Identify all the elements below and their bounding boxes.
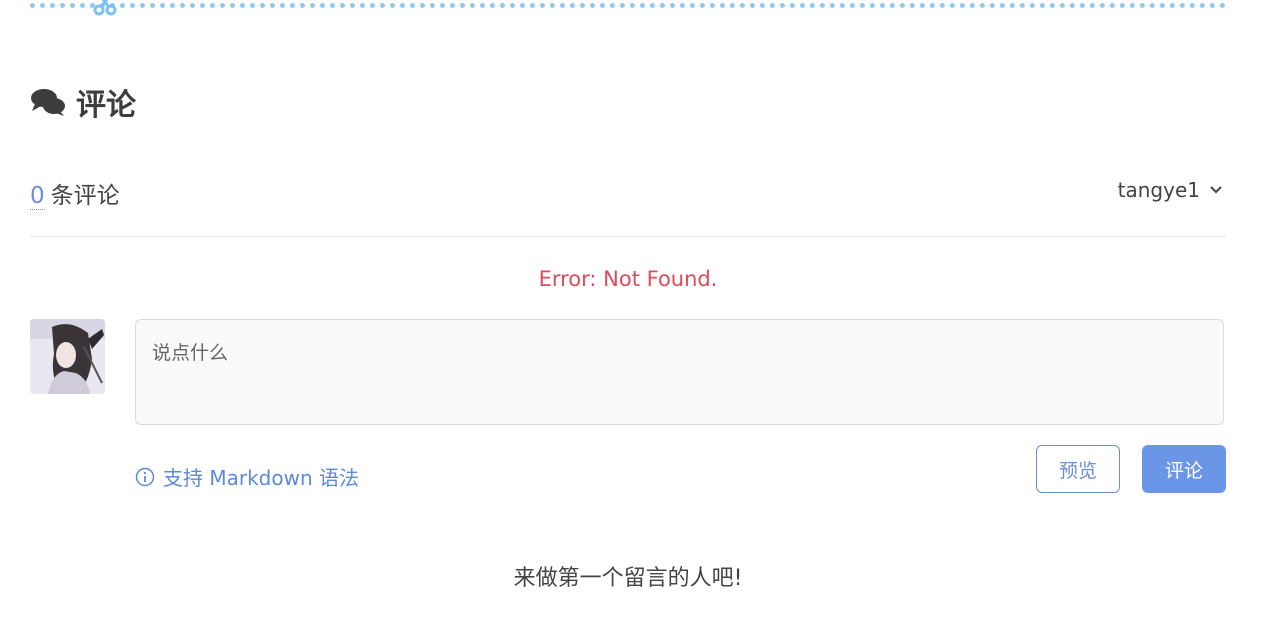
comment-textarea-wrapper: [135, 319, 1224, 425]
preview-button[interactable]: 预览: [1036, 445, 1120, 493]
scissors-icon: [93, 0, 117, 16]
divider-line: [30, 236, 1226, 237]
comments-icon: [31, 89, 65, 116]
markdown-hint-label: 支持 Markdown 语法: [163, 466, 359, 490]
comment-textarea[interactable]: [136, 320, 1223, 424]
comment-count: 0: [30, 183, 45, 210]
error-message: Error: Not Found.: [538, 267, 718, 291]
info-icon: [135, 467, 155, 486]
section-title: 评论: [76, 88, 136, 123]
markdown-hint-link[interactable]: 支持 Markdown 语法: [135, 462, 359, 491]
avatar: [30, 319, 105, 394]
dotted-divider: [30, 3, 1226, 8]
avatar-image: [30, 319, 105, 394]
comment-section: 评论 0 条评论 tangye1 Error: Not Found. 说点什么 …: [0, 0, 1281, 643]
submit-comment-button[interactable]: 评论: [1142, 445, 1226, 493]
comment-count-label: 条评论: [50, 183, 120, 209]
username: tangye1: [1117, 178, 1200, 202]
comment-count-row: 0 条评论 tangye1: [30, 176, 1226, 216]
user-menu[interactable]: tangye1: [1118, 178, 1224, 202]
chevron-down-icon: [1210, 186, 1222, 194]
empty-comments-message: 来做第一个留言的人吧!: [513, 566, 743, 591]
section-heading: 评论: [30, 80, 136, 124]
